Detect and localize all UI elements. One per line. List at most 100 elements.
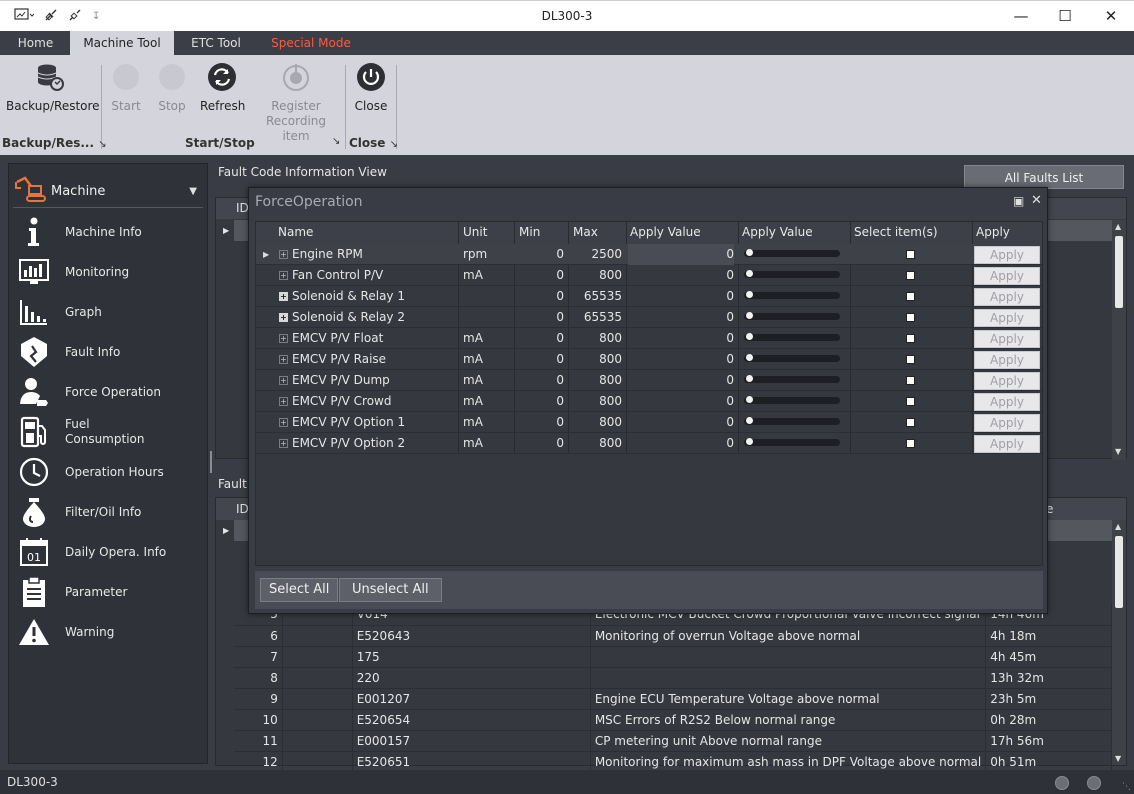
select-item-checkbox[interactable] <box>906 313 915 322</box>
table-row[interactable]: + EMCV P/V Float mA 0 800 0 Apply <box>256 328 1042 349</box>
slider-knob[interactable] <box>746 291 753 298</box>
tab-special-mode[interactable]: Special Mode <box>262 31 360 55</box>
apply-button[interactable]: Apply <box>974 288 1040 306</box>
start-button[interactable]: Start <box>108 61 144 113</box>
maximize-button[interactable]: ☐ <box>1042 1 1088 31</box>
slider-knob[interactable] <box>746 270 753 277</box>
select-item-checkbox[interactable] <box>906 397 915 406</box>
register-recording-button[interactable]: Register Recording item <box>252 61 340 144</box>
close-dialog-icon[interactable]: ✕ <box>1031 193 1042 208</box>
table-row[interactable]: + EMCV P/V Option 1 mA 0 800 0 Apply <box>256 412 1042 433</box>
minimize-button[interactable]: — <box>998 1 1044 31</box>
apply-value-input[interactable]: 0 <box>628 307 734 328</box>
sidebar-item-fault-info[interactable]: Fault Info <box>17 332 207 372</box>
expand-toggle-icon[interactable]: + <box>279 250 288 259</box>
apply-value-slider[interactable] <box>744 375 840 383</box>
apply-button[interactable]: Apply <box>974 351 1040 369</box>
slider-knob[interactable] <box>746 333 753 340</box>
table-row[interactable]: 10 E520654 MSC Errors of R2S2 Below norma… <box>234 709 1112 731</box>
table-row[interactable]: + Solenoid & Relay 1 0 65535 0 Apply <box>256 286 1042 307</box>
slider-knob[interactable] <box>746 417 753 424</box>
apply-value-slider[interactable] <box>744 417 840 425</box>
table-row[interactable]: 6 E520643 Monitoring of overrun Voltage a… <box>234 625 1112 647</box>
apply-value-input[interactable]: 0 <box>628 286 734 307</box>
select-item-checkbox[interactable] <box>906 418 915 427</box>
vertical-scrollbar[interactable]: ▲ ▼ <box>1112 220 1126 460</box>
expand-toggle-icon[interactable]: + <box>279 313 288 322</box>
table-row[interactable]: + Fan Control P/V mA 0 800 0 Apply <box>256 265 1042 286</box>
apply-button[interactable]: Apply <box>974 267 1040 285</box>
sidebar-item-parameter[interactable]: Parameter <box>17 572 207 612</box>
select-item-checkbox[interactable] <box>906 376 915 385</box>
slider-knob[interactable] <box>746 312 753 319</box>
scroll-up-icon[interactable]: ▲ <box>1115 222 1121 231</box>
expand-toggle-icon[interactable]: + <box>279 376 288 385</box>
apply-value-slider[interactable] <box>744 312 840 320</box>
expand-toggle-icon[interactable]: + <box>279 418 288 427</box>
stop-button[interactable]: Stop <box>154 61 190 113</box>
slider-knob[interactable] <box>746 438 753 445</box>
table-row[interactable]: ▶ + Engine RPM rpm 0 2500 0 Apply <box>256 244 1042 265</box>
apply-value-slider[interactable] <box>744 291 840 299</box>
all-faults-list-button[interactable]: All Faults List <box>964 165 1124 189</box>
slider-knob[interactable] <box>746 375 753 382</box>
table-row[interactable]: + Solenoid & Relay 2 0 65535 0 Apply <box>256 307 1042 328</box>
vertical-scrollbar[interactable]: ▲ ▼ <box>1112 520 1126 765</box>
tab-etc-tool[interactable]: ETC Tool <box>180 31 252 55</box>
apply-button[interactable]: Apply <box>974 414 1040 432</box>
close-ribbon-button[interactable]: Close <box>350 61 392 113</box>
apply-value-slider[interactable] <box>744 438 840 446</box>
table-row[interactable]: + EMCV P/V Option 2 mA 0 800 0 Apply <box>256 433 1042 454</box>
table-row[interactable]: 7 175 4h 45m <box>234 646 1112 668</box>
table-row[interactable]: + EMCV P/V Dump mA 0 800 0 Apply <box>256 370 1042 391</box>
backup-restore-button[interactable]: Backup/Restore <box>6 61 100 113</box>
tab-machine-tool[interactable]: Machine Tool <box>70 31 174 55</box>
sidebar-item-machine-info[interactable]: Machine Info <box>17 212 207 252</box>
sidebar-item-fuel-consumption[interactable]: Fuel Consumption <box>17 412 207 452</box>
scroll-thumb[interactable] <box>1115 536 1123 608</box>
group-launcher-startstop[interactable]: ↘ <box>332 136 340 147</box>
apply-value-input[interactable]: 0 <box>628 349 734 370</box>
expand-toggle-icon[interactable]: + <box>279 439 288 448</box>
apply-button[interactable]: Apply <box>974 309 1040 327</box>
apply-button[interactable]: Apply <box>974 246 1040 264</box>
select-item-checkbox[interactable] <box>906 271 915 280</box>
expand-toggle-icon[interactable]: + <box>279 271 288 280</box>
slider-knob[interactable] <box>746 249 753 256</box>
apply-value-input[interactable]: 0 <box>628 244 734 265</box>
table-row[interactable]: 11 E000157 CP metering unit Above normal … <box>234 730 1112 752</box>
sidebar-item-graph[interactable]: Graph <box>17 292 207 332</box>
sidebar-item-monitoring[interactable]: Monitoring <box>17 252 207 292</box>
slider-knob[interactable] <box>746 354 753 361</box>
table-row[interactable]: + EMCV P/V Crowd mA 0 800 0 Apply <box>256 391 1042 412</box>
apply-button[interactable]: Apply <box>974 435 1040 453</box>
apply-value-input[interactable]: 0 <box>628 391 734 412</box>
scroll-up-icon[interactable]: ▲ <box>1115 522 1121 531</box>
splitter-handle[interactable] <box>210 451 212 473</box>
sidebar-item-warning[interactable]: Warning <box>17 612 207 652</box>
select-item-checkbox[interactable] <box>906 250 915 259</box>
apply-button[interactable]: Apply <box>974 372 1040 390</box>
table-row[interactable]: 9 E001207 Engine ECU Temperature Voltage … <box>234 688 1112 710</box>
table-row[interactable]: + EMCV P/V Raise mA 0 800 0 Apply <box>256 349 1042 370</box>
apply-value-slider[interactable] <box>744 333 840 341</box>
close-window-button[interactable]: ✕ <box>1088 1 1134 31</box>
expand-toggle-icon[interactable]: + <box>279 397 288 406</box>
sidebar-item-operation-hours[interactable]: Operation Hours <box>17 452 207 492</box>
restore-window-icon[interactable]: ▣ <box>1013 194 1024 208</box>
sidebar-item-filter-oil[interactable]: Filter/Oil Info <box>17 492 207 532</box>
select-item-checkbox[interactable] <box>906 355 915 364</box>
apply-value-input[interactable]: 0 <box>628 412 734 433</box>
apply-value-input[interactable]: 0 <box>628 328 734 349</box>
slider-knob[interactable] <box>746 396 753 403</box>
select-item-checkbox[interactable] <box>906 439 915 448</box>
apply-value-input[interactable]: 0 <box>628 433 734 454</box>
apply-button[interactable]: Apply <box>974 393 1040 411</box>
apply-value-slider[interactable] <box>744 396 840 404</box>
tab-home[interactable]: Home <box>7 31 64 55</box>
select-item-checkbox[interactable] <box>906 334 915 343</box>
scroll-thumb[interactable] <box>1115 236 1123 308</box>
apply-value-slider[interactable] <box>744 249 840 257</box>
sidebar-item-force-operation[interactable]: Force Operation <box>17 372 207 412</box>
select-item-checkbox[interactable] <box>906 292 915 301</box>
